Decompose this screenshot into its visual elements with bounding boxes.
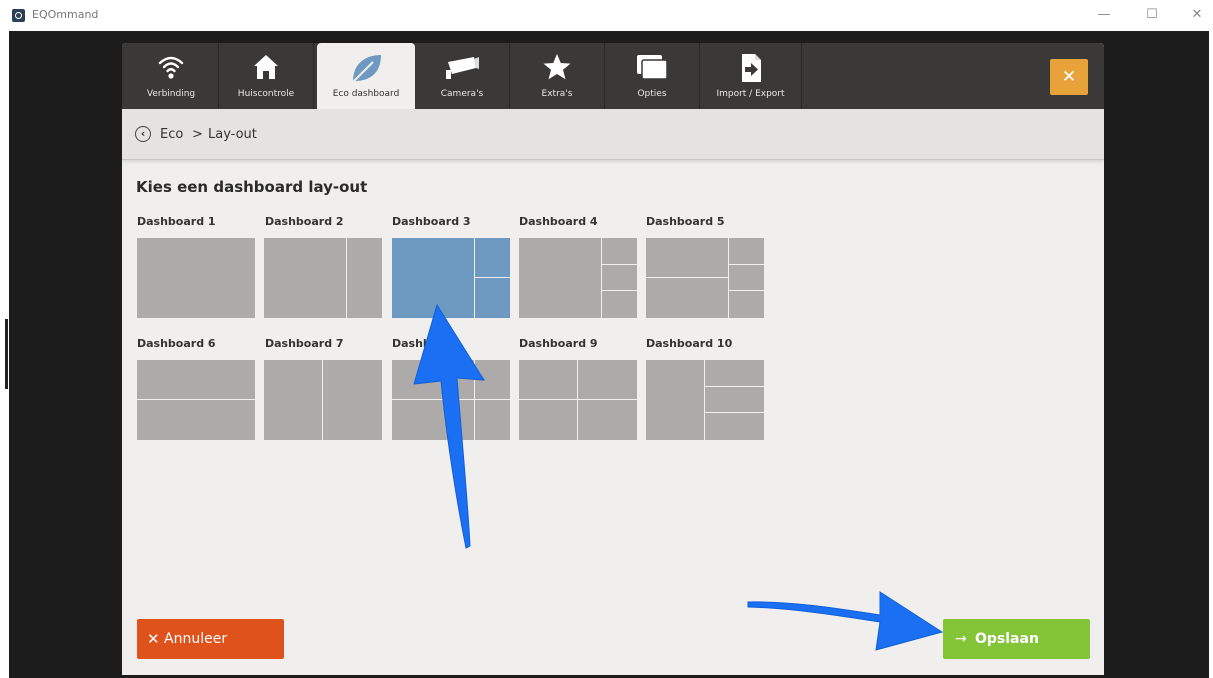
breadcrumb-current: Lay-out <box>208 127 257 142</box>
dashboard-3-label: Dashboard 3 <box>392 215 471 228</box>
tab-extras[interactable]: Extra's <box>510 43 605 109</box>
save-button[interactable]: → Opslaan <box>943 619 1090 659</box>
tab-eco-dashboard[interactable]: Eco dashboard <box>317 43 415 109</box>
dashboard-4-layout[interactable] <box>519 238 637 318</box>
dashboard-7-label: Dashboard 7 <box>265 337 344 350</box>
minimize-button[interactable]: — <box>1094 6 1114 24</box>
camera-icon <box>444 52 480 86</box>
app-logo-icon <box>12 9 25 22</box>
save-button-label: Opslaan <box>975 631 1039 647</box>
breadcrumb-root[interactable]: Eco <box>160 127 183 142</box>
windows-icon <box>635 52 669 86</box>
tab-label: Camera's <box>440 89 484 99</box>
edge-mark <box>5 319 8 389</box>
dashboard-9-label: Dashboard 9 <box>519 337 598 350</box>
dashboard-4-label: Dashboard 4 <box>519 215 598 228</box>
dashboard-6-layout[interactable] <box>137 360 255 440</box>
dashboard-3-layout[interactable] <box>392 238 510 318</box>
breadcrumb: ‹ Eco > Lay-out <box>122 109 1104 160</box>
cancel-button-label: Annuleer <box>164 631 228 647</box>
app-panel: Verbinding Huiscontrole Eco dashboard Ca… <box>122 43 1104 675</box>
tab-import-export[interactable]: Import / Export <box>700 43 802 109</box>
back-button[interactable]: ‹ <box>135 126 151 142</box>
import-export-icon <box>737 52 765 88</box>
dashboard-9-layout[interactable] <box>519 360 637 440</box>
dashboard-2-layout[interactable] <box>264 238 382 318</box>
dashboard-1-layout[interactable] <box>137 238 255 318</box>
dashboard-7-layout[interactable] <box>264 360 382 440</box>
leaf-icon <box>349 52 383 88</box>
tab-label: Opties <box>637 89 667 99</box>
breadcrumb-separator: > <box>192 127 203 142</box>
tab-label: Import / Export <box>716 89 785 99</box>
dashboard-8-layout[interactable] <box>392 360 510 440</box>
window-title: EQOmmand <box>32 8 99 21</box>
tab-label: Verbinding <box>146 89 196 99</box>
cancel-button[interactable]: ✕ Annuleer <box>137 619 284 659</box>
tab-verbinding[interactable]: Verbinding <box>124 43 219 109</box>
tab-opties[interactable]: Opties <box>605 43 700 109</box>
arrow-right-icon: → <box>955 631 967 647</box>
dashboard-5-label: Dashboard 5 <box>646 215 725 228</box>
dashboard-6-label: Dashboard 6 <box>137 337 216 350</box>
tab-huiscontrole[interactable]: Huiscontrole <box>219 43 314 109</box>
tab-cameras[interactable]: Camera's <box>415 43 510 109</box>
tab-bar: Verbinding Huiscontrole Eco dashboard Ca… <box>122 43 1104 109</box>
dashboard-2-label: Dashboard 2 <box>265 215 344 228</box>
star-icon <box>542 52 572 86</box>
close-icon: ✕ <box>147 630 160 648</box>
dashboard-1-label: Dashboard 1 <box>137 215 216 228</box>
tab-label: Extra's <box>541 89 573 99</box>
home-icon <box>252 52 280 86</box>
page-title: Kies een dashboard lay-out <box>136 178 368 196</box>
maximize-button[interactable]: ☐ <box>1142 6 1162 24</box>
left-edge <box>0 31 9 678</box>
tab-label: Huiscontrole <box>237 89 295 99</box>
right-edge <box>1209 31 1213 678</box>
dashboard-5-layout[interactable] <box>646 238 764 318</box>
dashboard-8-label: Dashb <box>392 337 431 350</box>
window-titlebar: EQOmmand — ☐ ✕ <box>0 0 1213 31</box>
wifi-icon <box>157 52 185 86</box>
tab-label: Eco dashboard <box>332 89 400 99</box>
close-button[interactable]: ✕ <box>1050 59 1088 95</box>
dashboard-10-label: Dashboard 10 <box>646 337 733 350</box>
dashboard-10-layout[interactable] <box>646 360 764 440</box>
window-close-button[interactable]: ✕ <box>1187 6 1207 24</box>
